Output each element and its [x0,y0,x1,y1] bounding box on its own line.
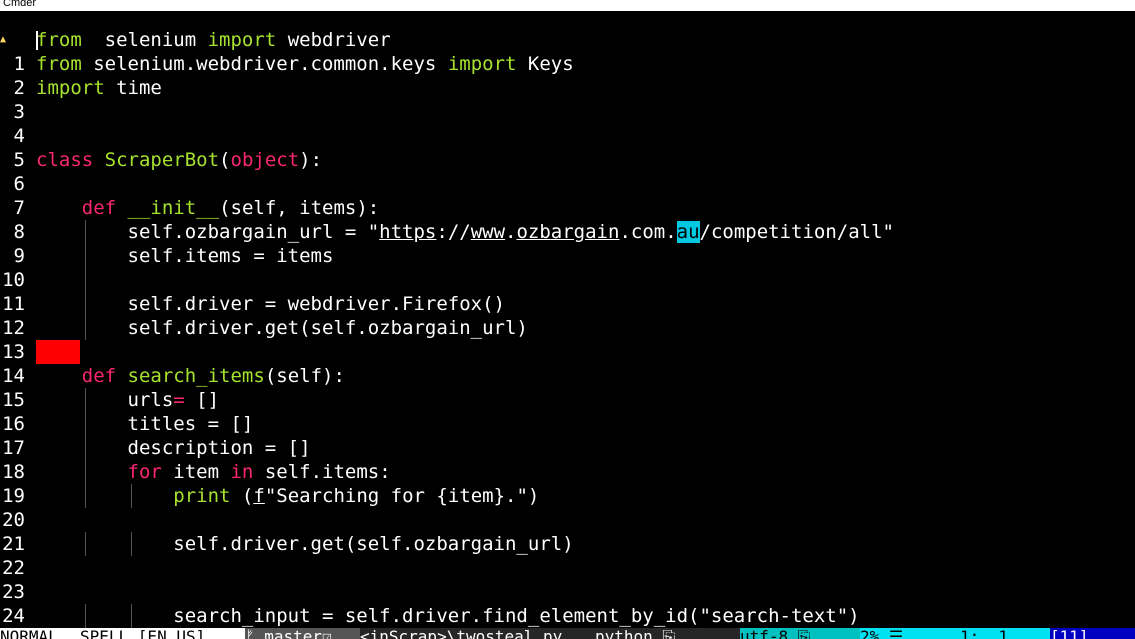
code-line[interactable]: 17 description = [] [0,436,1135,460]
code-line[interactable]: 23 [0,580,1135,604]
window-title: Cmder [3,0,37,9]
line-number: ▲ [0,34,7,45]
code-text: self.ozbargain_url = "https://www.ozbarg… [36,221,894,243]
text-cursor [36,31,38,50]
line-number: 14 [2,365,25,387]
code-line[interactable]: 12 self.driver.get(self.ozbargain_url) [0,316,1135,340]
code-line[interactable]: 24 search_input = self.driver.find_eleme… [0,604,1135,628]
code-text: titles = [] [36,413,254,435]
code-text: from selenium import webdriver [36,29,391,51]
line-number: 17 [2,437,25,459]
warning-count: [11] [1050,628,1135,639]
code-text: def __init__(self, items): [81,197,380,219]
file-encoding: utf-8 ⎘ [740,628,860,639]
code-line[interactable]: 8 self.ozbargain_url = "https://www.ozba… [0,220,1135,244]
line-number: 1 [13,53,25,75]
code-line[interactable]: 4 [0,124,1135,148]
file-type: python ⎘ [595,628,740,639]
code-text: from selenium.webdriver.common.keys impo… [36,53,574,75]
code-line[interactable]: 16 titles = [] [0,412,1135,436]
line-number: 18 [2,461,25,483]
line-number: 3 [13,101,25,123]
code-text: class ScraperBot(object): [36,149,323,171]
line-number: 21 [2,533,25,555]
line-number: 19 [2,485,25,507]
indent-guide [84,268,86,292]
code-line[interactable]: 11 self.driver = webdriver.Firefox() [0,292,1135,316]
line-number: 16 [2,413,25,435]
status-line: NORMAL SPELL [EN_US] ᚠ master☑ <inScrap>… [0,628,1135,639]
code-text: self.items = items [36,245,334,267]
code-text: self.driver = webdriver.Firefox() [36,293,506,315]
code-line[interactable]: 2 import time [0,76,1135,100]
mode-indicator: NORMAL [0,628,80,639]
line-number: 15 [2,389,25,411]
git-branch: ᚠ master☑ [245,628,360,639]
code-line[interactable]: 1 from selenium.webdriver.common.keys imp… [0,52,1135,76]
line-number: 11 [2,293,25,315]
code-line[interactable]: 9 self.items = items [0,244,1135,268]
code-text: for item in self.items: [127,461,391,483]
code-line[interactable]: 13 [0,340,1135,364]
line-number: 13 [2,341,25,363]
line-number: 12 [2,317,25,339]
code-text: def search_items(self): [81,365,345,387]
code-line[interactable]: 7 def __init__(self, items): [0,196,1135,220]
line-number: 6 [13,173,25,195]
code-text: search_input = self.driver.find_element_… [36,605,860,627]
line-number: 23 [2,581,25,603]
code-line[interactable]: 22 [0,556,1135,580]
spell-indicator: SPELL [EN_US] [80,628,245,639]
code-line[interactable]: 6 [0,172,1135,196]
code-text: self.driver.get(self.ozbargain_url) [36,533,574,555]
error-marker [36,340,80,364]
file-name: <inScrap>\twosteal.py [360,628,595,639]
line-number: 24 [2,605,25,627]
line-number: 8 [13,221,25,243]
code-line[interactable]: 10 [0,268,1135,292]
code-line[interactable]: 20 [0,508,1135,532]
code-text: self.driver.get(self.ozbargain_url) [36,317,528,339]
code-editor[interactable]: ▲ from selenium import webdriver 1 from sel… [0,28,1135,628]
line-number: 9 [13,245,25,267]
code-line[interactable]: 21 self.driver.get(self.ozbargain_url) [0,532,1135,556]
code-line[interactable]: ▲ from selenium import webdriver [0,28,1135,52]
code-line[interactable]: 5 class ScraperBot(object): [0,148,1135,172]
code-line[interactable]: 3 [0,100,1135,124]
line-number: 5 [13,149,25,171]
terminal-window: Cmder ▲ from selenium import webdriver 1 fr… [0,0,1135,639]
code-text: print (f"Searching for {item}.") [173,485,540,507]
line-number: 20 [2,509,25,531]
line-number: 7 [13,197,25,219]
code-line[interactable]: 19 print (f"Searching for {item}.") [0,484,1135,508]
line-number: 2 [13,77,25,99]
cursor-position: 1: 1 [960,628,1050,639]
scroll-percent: 2% ☰ [860,628,960,639]
code-line[interactable]: 14 def search_items(self): [0,364,1135,388]
line-number: 22 [2,557,25,579]
line-number: 10 [2,269,25,291]
line-number: 4 [13,125,25,147]
title-bar[interactable]: Cmder [0,0,1135,11]
code-text: urls= [] [36,389,220,411]
code-text: import time [36,77,162,99]
code-line[interactable]: 18 for item in self.items: [0,460,1135,484]
code-line[interactable]: 15 urls= [] [0,388,1135,412]
code-text: description = [] [36,437,311,459]
